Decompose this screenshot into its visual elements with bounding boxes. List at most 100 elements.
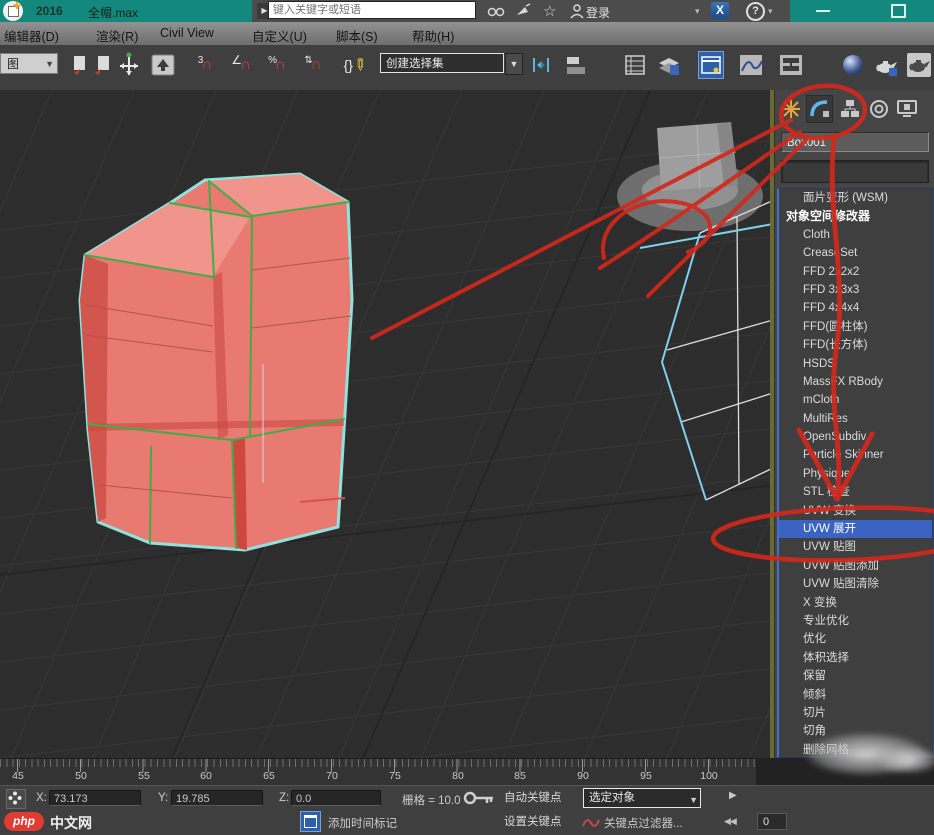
- modifier-item[interactable]: 倾斜: [779, 686, 932, 704]
- modifier-category-header: 对象空间修改器: [779, 207, 932, 225]
- object-name-field[interactable]: Box001: [781, 132, 929, 152]
- material-editor-icon[interactable]: [840, 51, 866, 79]
- tab-display[interactable]: [893, 95, 920, 123]
- timeline-ruler[interactable]: 45 50 55 60 65 70 75 80 85 90 95 100: [0, 758, 756, 786]
- modifier-item[interactable]: X 变换: [779, 594, 932, 612]
- layer-manager-icon[interactable]: [622, 51, 648, 79]
- spinner-snap-icon[interactable]: ⇅∩: [300, 51, 326, 79]
- modifier-list-combobox[interactable]: [781, 160, 929, 183]
- modifier-item[interactable]: 体积选择: [779, 649, 932, 667]
- modifier-item[interactable]: MassFX RBody: [779, 373, 932, 391]
- go-to-start-icon[interactable]: ◀◀: [724, 816, 736, 827]
- modifier-item[interactable]: FFD(长方体): [779, 336, 932, 354]
- reference-coordinate-dropdown[interactable]: 图▼: [0, 53, 58, 74]
- modifier-item[interactable]: MultiRes: [779, 410, 932, 428]
- prompt-bar: php 中文网 添加时间标记 设置关键点 关键点过滤器... ◀◀ 0: [0, 810, 934, 835]
- tick-label: 95: [640, 770, 652, 782]
- x-coordinate-field[interactable]: 73.173: [49, 790, 141, 806]
- modifier-item[interactable]: UVW 变换: [779, 502, 932, 520]
- help-caret-icon[interactable]: ▾: [768, 6, 773, 17]
- menu-customize[interactable]: 自定义(U): [252, 26, 307, 45]
- communication-icon[interactable]: [514, 3, 532, 19]
- next-frame-icon[interactable]: ▶: [729, 790, 737, 801]
- schematic-view-icon[interactable]: [778, 51, 804, 79]
- modifier-item[interactable]: 优化: [779, 630, 932, 648]
- tab-create[interactable]: [777, 95, 804, 123]
- bind-spacewarp-icon[interactable]: [90, 51, 116, 79]
- sign-in-caret-icon[interactable]: ▾: [695, 6, 700, 17]
- modifier-item[interactable]: UVW 贴图: [779, 538, 932, 556]
- wireframe-box-object[interactable]: [640, 200, 774, 500]
- auto-key-button[interactable]: 自动关键点: [500, 788, 566, 808]
- move-tool-icon[interactable]: [116, 51, 142, 79]
- render-setup-icon[interactable]: [874, 51, 900, 79]
- listener-window-icon[interactable]: [300, 811, 321, 832]
- render-teapot-icon[interactable]: [906, 51, 932, 79]
- modifier-item[interactable]: mCloth: [779, 391, 932, 409]
- key-filters-label[interactable]: 关键点过滤器...: [604, 815, 683, 831]
- menu-rendering[interactable]: 渲染(R): [96, 26, 138, 45]
- curve-editor-icon[interactable]: [738, 51, 764, 79]
- modifier-item[interactable]: UVW 贴图添加: [779, 557, 932, 575]
- named-selection-set-field[interactable]: 创建选择集: [380, 53, 504, 73]
- tick-label: 90: [577, 770, 589, 782]
- modifier-item[interactable]: FFD 4x4x4: [779, 299, 932, 317]
- exchange-x-icon[interactable]: X: [711, 2, 729, 19]
- modifier-item[interactable]: HSDS: [779, 355, 932, 373]
- search-binoculars-icon[interactable]: [487, 3, 505, 19]
- search-input[interactable]: [268, 1, 476, 19]
- selection-filter-dropdown[interactable]: 选定对象▼: [583, 788, 701, 808]
- modifier-item[interactable]: 保留: [779, 667, 932, 685]
- modifier-item[interactable]: OpenSubdiv: [779, 428, 932, 446]
- modifier-item[interactable]: FFD 3x3x3: [779, 281, 932, 299]
- modifier-item[interactable]: UVW 贴图清除: [779, 575, 932, 593]
- menu-help[interactable]: 帮助(H): [412, 26, 454, 45]
- align-icon[interactable]: [563, 51, 589, 79]
- graphite-ribbon-icon[interactable]: [656, 51, 682, 79]
- app-logo-icon[interactable]: ✚: [3, 1, 23, 21]
- modifier-item[interactable]: STL 检查: [779, 483, 932, 501]
- modifier-item[interactable]: FFD(圆柱体): [779, 318, 932, 336]
- tick-label: 45: [12, 770, 24, 782]
- mirror-icon[interactable]: [528, 51, 554, 79]
- restore-icon[interactable]: [891, 4, 906, 18]
- selected-box-object[interactable]: [80, 174, 352, 550]
- modifier-item[interactable]: FFD 2x2x2: [779, 263, 932, 281]
- modifier-item-selected[interactable]: UVW 展开: [779, 520, 932, 538]
- snap-3d-icon[interactable]: 3∩: [192, 51, 218, 79]
- tab-modify[interactable]: [806, 95, 833, 123]
- modifier-item[interactable]: Particle Skinner: [779, 446, 932, 464]
- y-coordinate-field[interactable]: 19.785: [171, 790, 263, 806]
- tab-motion[interactable]: [865, 95, 892, 123]
- modifier-item[interactable]: 切片: [779, 704, 932, 722]
- account-person-icon[interactable]: [569, 3, 587, 19]
- help-question-icon[interactable]: ?: [746, 2, 765, 21]
- modifier-item[interactable]: 专业优化: [779, 612, 932, 630]
- sign-in-label[interactable]: 登录: [586, 4, 610, 21]
- angle-snap-icon[interactable]: ∠∩: [228, 51, 254, 79]
- percent-snap-icon[interactable]: %∩: [264, 51, 290, 79]
- z-coordinate-field[interactable]: 0.0: [291, 790, 381, 806]
- modifier-item[interactable]: CreaseSet: [779, 244, 932, 262]
- isolate-selection-icon[interactable]: [6, 789, 26, 809]
- menu-scripting[interactable]: 脚本(S): [336, 26, 378, 45]
- scene-explorer-icon[interactable]: [698, 51, 724, 79]
- modifier-item[interactable]: Cloth: [779, 226, 932, 244]
- tick-label: 85: [514, 770, 526, 782]
- named-selection-edit-icon[interactable]: {}✎: [342, 51, 368, 79]
- modifier-item[interactable]: Physique: [779, 465, 932, 483]
- set-key-button[interactable]: 设置关键点: [500, 812, 566, 832]
- current-frame-field[interactable]: 0: [757, 813, 787, 830]
- favorites-star-icon[interactable]: ☆: [543, 2, 561, 18]
- add-time-tag-label[interactable]: 添加时间标记: [328, 815, 397, 831]
- select-object-icon[interactable]: [150, 51, 176, 79]
- key-icon: [463, 790, 497, 811]
- menu-civil-view[interactable]: Civil View: [160, 26, 214, 40]
- modifier-item-wsm[interactable]: 面片变形 (WSM): [779, 189, 932, 207]
- named-selection-caret-icon[interactable]: ▼: [505, 53, 523, 75]
- minimize-icon[interactable]: [816, 10, 830, 12]
- tab-hierarchy[interactable]: [836, 95, 863, 123]
- perspective-viewport[interactable]: [0, 90, 775, 758]
- menu-graph-editors[interactable]: 编辑器(D): [4, 26, 59, 45]
- modifier-dropdown-list: 面片变形 (WSM) 对象空间修改器 Cloth CreaseSet FFD 2…: [777, 188, 933, 758]
